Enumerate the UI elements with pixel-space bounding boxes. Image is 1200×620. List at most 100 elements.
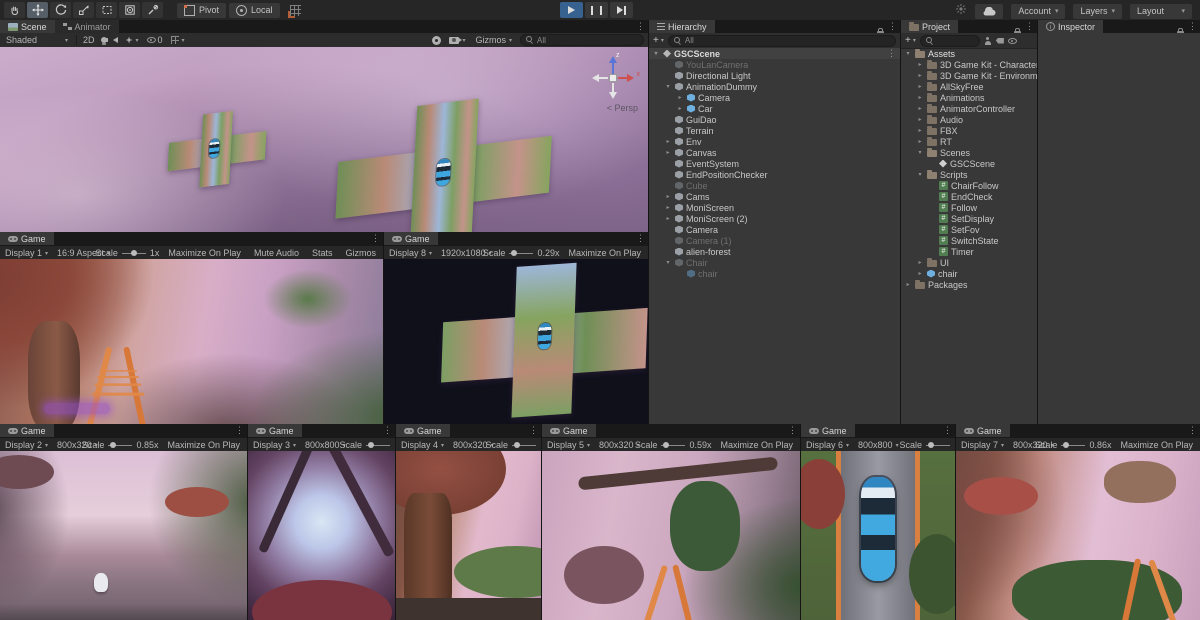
project-row[interactable]: ▸ 3D Game Kit - Character Pack: [901, 59, 1037, 70]
mute-audio-button[interactable]: Mute Audio: [250, 248, 303, 258]
hierarchy-row[interactable]: ▸ MoniScreen: [649, 202, 900, 213]
display-select[interactable]: Display 3: [251, 439, 298, 451]
scale-tool-button[interactable]: [73, 2, 94, 18]
scale-track[interactable]: [1061, 445, 1085, 446]
kebab-menu-icon[interactable]: [943, 424, 952, 437]
scene-camera-dropdown[interactable]: [447, 34, 467, 46]
axis-neg-arrow[interactable]: [612, 83, 614, 93]
hierarchy-row[interactable]: Camera (1): [649, 235, 900, 246]
expand-arrow[interactable]: ▸: [916, 94, 924, 101]
grid-visual-dropdown[interactable]: [169, 34, 187, 46]
expand-arrow[interactable]: ▾: [904, 50, 912, 57]
hierarchy-row[interactable]: ▾ Chair: [649, 257, 900, 268]
expand-arrow[interactable]: ▸: [664, 193, 672, 200]
resolution-select[interactable]: 800x320: [451, 439, 480, 451]
hierarchy-row[interactable]: GuiDao: [649, 114, 900, 125]
lock-icon[interactable]: [877, 23, 884, 33]
hierarchy-row[interactable]: Cube: [649, 180, 900, 191]
tab-game[interactable]: Game: [396, 424, 450, 437]
tab-scene[interactable]: Scene: [0, 20, 55, 33]
scale-track[interactable]: [926, 445, 950, 446]
play-button[interactable]: [560, 2, 583, 18]
draw-mode-dropdown[interactable]: Shaded: [4, 34, 70, 46]
expand-arrow[interactable]: ▸: [916, 116, 924, 123]
axis-x-arrow[interactable]: [618, 77, 628, 79]
expand-arrow[interactable]: ▸: [676, 105, 684, 112]
kebab-menu-icon[interactable]: [888, 20, 897, 33]
scale-knob[interactable]: [514, 442, 520, 448]
project-row[interactable]: EndCheck: [901, 191, 1037, 202]
gizmos-button[interactable]: Gizmos: [341, 248, 380, 258]
lock-icon[interactable]: [1014, 23, 1021, 33]
hierarchy-row[interactable]: ▸ Canvas: [649, 147, 900, 158]
kebab-menu-icon[interactable]: [1188, 20, 1197, 33]
hierarchy-row[interactable]: chair: [649, 268, 900, 279]
project-row[interactable]: ▸ FBX: [901, 125, 1037, 136]
project-search-field[interactable]: [920, 35, 980, 47]
resolution-select[interactable]: 1920x1080: [439, 247, 478, 259]
display-select[interactable]: Display 5: [545, 439, 592, 451]
resolution-select[interactable]: 800x320: [597, 439, 630, 451]
expand-arrow[interactable]: ▸: [904, 281, 912, 288]
project-row[interactable]: ▾ Scenes: [901, 147, 1037, 158]
expand-arrow[interactable]: ▸: [916, 83, 924, 90]
scale-slider[interactable]: Scale0.85x: [82, 440, 159, 450]
expand-arrow[interactable]: ▸: [664, 138, 672, 145]
axis-neg-arrow[interactable]: [598, 77, 608, 79]
display-select[interactable]: Display 2: [3, 439, 50, 451]
maximize-on-play-button[interactable]: Maximize On Play: [164, 248, 245, 258]
kebab-menu-icon[interactable]: [383, 424, 392, 437]
scale-track[interactable]: [509, 253, 533, 254]
resolution-select[interactable]: 800x320: [55, 439, 77, 451]
project-row[interactable]: Timer: [901, 246, 1037, 257]
expand-arrow[interactable]: ▸: [664, 204, 672, 211]
tab-game[interactable]: Game: [384, 232, 438, 245]
hierarchy-row[interactable]: ▾ AnimationDummy: [649, 81, 900, 92]
search-by-type-icon[interactable]: [984, 37, 992, 45]
hierarchy-row[interactable]: EndPositionChecker: [649, 169, 900, 180]
maximize-on-play-button[interactable]: Maximize On Play: [564, 248, 645, 258]
expand-arrow[interactable]: ▸: [664, 149, 672, 156]
search-by-label-icon[interactable]: [996, 38, 1004, 44]
kebab-menu-icon[interactable]: [636, 232, 645, 245]
expand-arrow[interactable]: ▸: [916, 127, 924, 134]
tab-game[interactable]: Game: [542, 424, 596, 437]
scale-track[interactable]: [108, 445, 132, 446]
perspective-label[interactable]: < Persp: [607, 103, 638, 113]
effects-dropdown[interactable]: [124, 34, 141, 46]
aspect-select[interactable]: 16:9 Aspect: [55, 247, 90, 259]
kebab-menu-icon[interactable]: [788, 424, 797, 437]
hierarchy-row[interactable]: ▾ GSCScene: [649, 48, 900, 59]
resolution-select[interactable]: 800x800: [856, 439, 894, 451]
scale-slider[interactable]: Scale: [485, 440, 538, 450]
expand-arrow[interactable]: ▸: [916, 61, 924, 68]
step-button[interactable]: [610, 2, 633, 18]
tab-animator[interactable]: Animator: [55, 20, 119, 33]
scale-track[interactable]: [366, 445, 390, 446]
scale-knob[interactable]: [1063, 442, 1069, 448]
project-row[interactable]: ▸ AnimatorController: [901, 103, 1037, 114]
kebab-menu-icon[interactable]: [235, 424, 244, 437]
project-row[interactable]: ▾ Assets: [901, 48, 1037, 59]
expand-arrow[interactable]: ▾: [664, 259, 672, 266]
hierarchy-row[interactable]: Camera: [649, 224, 900, 235]
expand-arrow[interactable]: ▸: [916, 105, 924, 112]
maximize-on-play-button[interactable]: Maximize On Play: [163, 440, 244, 450]
pause-button[interactable]: [585, 2, 608, 18]
scale-track[interactable]: [512, 445, 536, 446]
scale-slider[interactable]: Scale0.86x: [1035, 440, 1112, 450]
tab-hierarchy[interactable]: Hierarchy: [649, 20, 715, 33]
transform-tool-button[interactable]: [119, 2, 140, 18]
project-row[interactable]: ▸ chair: [901, 268, 1037, 279]
scale-knob[interactable]: [131, 250, 137, 256]
layers-dropdown[interactable]: Layers▾: [1073, 4, 1122, 19]
kebab-menu-icon[interactable]: [529, 424, 538, 437]
project-row[interactable]: ▾ Scripts: [901, 169, 1037, 180]
project-row[interactable]: SetFov: [901, 224, 1037, 235]
resolution-select[interactable]: 800x320: [1011, 439, 1030, 451]
editor-tools-button[interactable]: [432, 36, 441, 45]
project-row[interactable]: ▸ AllSkyFree: [901, 81, 1037, 92]
scene-orientation-gizmo[interactable]: z x: [590, 55, 636, 101]
scale-knob[interactable]: [368, 442, 374, 448]
scene-audio-toggle[interactable]: [113, 37, 118, 43]
